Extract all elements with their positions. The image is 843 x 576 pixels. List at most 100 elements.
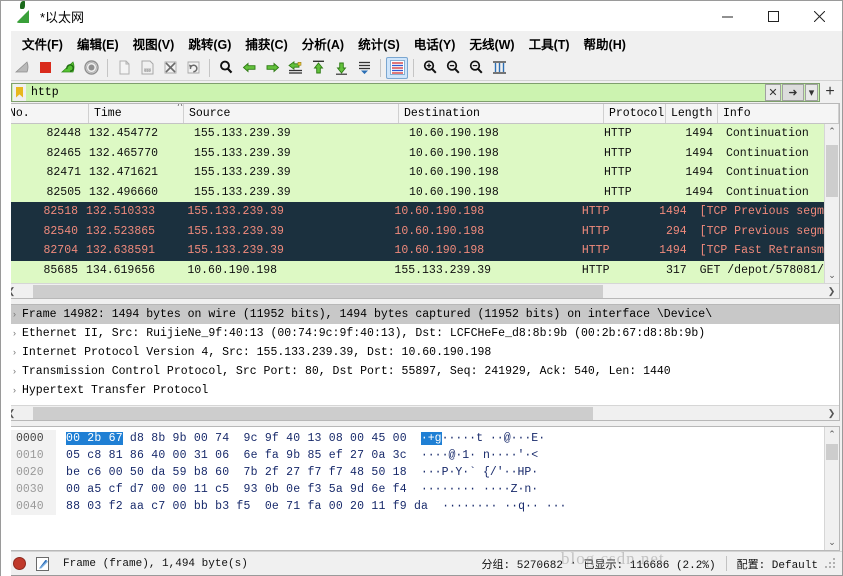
scroll-left-icon[interactable]: ❮ (4, 406, 19, 421)
packet-list-horizontal-scrollbar[interactable]: ❮ ❯ (4, 283, 839, 298)
scroll-left-icon[interactable]: ❮ (4, 284, 19, 299)
open-file-icon[interactable] (113, 57, 135, 79)
cell-no: 85685 (43, 263, 79, 277)
column-header-no[interactable]: No. (4, 104, 89, 123)
cell-protocol: HTTP (604, 166, 632, 180)
column-header-time[interactable]: Time ^ (89, 104, 184, 123)
vertical-scroll-track[interactable] (825, 442, 839, 535)
record-icon[interactable] (13, 557, 26, 570)
resize-grip-icon[interactable] (824, 557, 836, 570)
table-row[interactable]: 82471 132.471621 155.133.239.39 10.60.19… (4, 163, 839, 183)
menu-wireless[interactable]: 无线(W) (462, 32, 521, 55)
menu-tools[interactable]: 工具(T) (522, 32, 577, 55)
clear-filter-button[interactable]: ✕ (765, 83, 781, 101)
column-header-source[interactable]: Source (184, 104, 399, 123)
scroll-up-icon[interactable]: ⌃ (825, 427, 839, 442)
column-header-length[interactable]: Length (666, 104, 718, 123)
start-capture-icon[interactable] (11, 57, 33, 79)
hex-row[interactable]: 0000 00 2b 67 d8 8b 9b 00 74 9c 9f 40 13… (4, 430, 839, 447)
menu-help[interactable]: 帮助(H) (577, 32, 633, 55)
detail-row-http[interactable]: › Hypertext Transfer Protocol (4, 381, 839, 400)
menu-file[interactable]: 文件(F) (15, 32, 70, 55)
table-row[interactable]: 82505 132.496660 155.133.239.39 10.60.19… (4, 182, 839, 202)
filter-value[interactable]: http (26, 86, 765, 99)
detail-row-ethernet[interactable]: › Ethernet II, Src: RuijieNe_9f:40:13 (0… (4, 324, 839, 343)
capture-options-icon[interactable] (80, 57, 102, 79)
hex-row[interactable]: 0030 00 a5 cf d7 00 00 11 c5 93 0b 0e f3… (4, 481, 839, 498)
table-row[interactable]: 82465 132.465770 155.133.239.39 10.60.19… (4, 143, 839, 163)
horizontal-scroll-thumb[interactable] (33, 406, 593, 420)
go-forward-icon[interactable] (261, 57, 283, 79)
menu-telephony[interactable]: 电话(Y) (407, 32, 463, 55)
vertical-scroll-track[interactable] (825, 139, 839, 268)
table-row[interactable]: 82448 132.454772 155.133.239.39 10.60.19… (4, 124, 839, 144)
horizontal-scroll-thumb[interactable] (33, 284, 603, 298)
column-header-destination[interactable]: Destination (399, 104, 604, 123)
packet-list-vertical-scrollbar[interactable]: ⌃ ⌄ (824, 124, 839, 283)
close-file-icon[interactable] (159, 57, 181, 79)
display-filter-input[interactable]: http ✕ ➜ ▾ (11, 82, 820, 102)
scroll-right-icon[interactable]: ❯ (824, 406, 839, 421)
save-file-icon[interactable]: 010 (136, 57, 158, 79)
auto-scroll-icon[interactable] (353, 57, 375, 79)
find-packet-icon[interactable] (215, 57, 237, 79)
packet-details-horizontal-scrollbar[interactable]: ❮ ❯ (4, 405, 839, 420)
restart-capture-icon[interactable] (57, 57, 79, 79)
menu-capture[interactable]: 捕获(C) (238, 32, 294, 55)
table-row[interactable]: 82540 132.523865 155.133.239.39 10.60.19… (4, 221, 839, 241)
detail-row-frame[interactable]: › Frame 14982: 1494 bytes on wire (11952… (4, 305, 839, 324)
menu-statistics[interactable]: 统计(S) (351, 32, 407, 55)
zoom-reset-icon[interactable] (465, 57, 487, 79)
maximize-button[interactable] (750, 1, 796, 31)
menu-view[interactable]: 视图(V) (126, 32, 182, 55)
hex-row[interactable]: 0040 88 03 f2 aa c7 00 bb b3 f5 0e 71 fa… (4, 498, 839, 515)
table-row[interactable]: 82704 132.638591 155.133.239.39 10.60.19… (4, 241, 839, 261)
resize-columns-icon[interactable] (488, 57, 510, 79)
go-last-packet-icon[interactable] (330, 57, 352, 79)
column-header-protocol[interactable]: Protocol (604, 104, 666, 123)
hex-row[interactable]: 0010 05 c8 81 86 40 00 31 06 6e fa 9b 85… (4, 447, 839, 464)
apply-filter-button[interactable]: ➜ (782, 83, 804, 101)
go-to-packet-icon[interactable] (284, 57, 306, 79)
status-profile[interactable]: 配置: Default (737, 556, 818, 572)
window-title: *以太网 (40, 9, 85, 25)
detail-row-tcp[interactable]: › Transmission Control Protocol, Src Por… (4, 362, 839, 381)
scroll-down-icon[interactable]: ⌄ (825, 535, 839, 550)
expert-info-icon[interactable] (36, 556, 49, 571)
chevron-right-icon[interactable]: › (7, 348, 22, 358)
menu-go[interactable]: 跳转(G) (181, 32, 238, 55)
reload-file-icon[interactable] (182, 57, 204, 79)
column-header-info[interactable]: Info (718, 104, 839, 123)
vertical-scroll-thumb[interactable] (826, 145, 838, 197)
cell-length: 294 (665, 224, 687, 238)
zoom-in-icon[interactable] (419, 57, 441, 79)
bookmark-icon[interactable] (13, 83, 26, 101)
chevron-right-icon[interactable]: › (7, 310, 22, 320)
chevron-right-icon[interactable]: › (7, 367, 22, 377)
menu-analyze[interactable]: 分析(A) (295, 32, 351, 55)
table-row[interactable]: 82518 132.510333 155.133.239.39 10.60.19… (4, 202, 839, 222)
scroll-up-icon[interactable]: ⌃ (825, 124, 839, 139)
table-row[interactable]: 85685 134.619656 10.60.190.198 155.133.2… (4, 260, 839, 280)
packet-bytes-vertical-scrollbar[interactable]: ⌃ ⌄ (824, 427, 839, 550)
go-back-icon[interactable] (238, 57, 260, 79)
horizontal-scroll-track[interactable] (19, 283, 824, 298)
menu-edit[interactable]: 编辑(E) (70, 32, 126, 55)
chevron-right-icon[interactable]: › (7, 329, 22, 339)
stop-capture-icon[interactable] (34, 57, 56, 79)
colorize-packets-icon[interactable] (386, 56, 408, 79)
zoom-out-icon[interactable] (442, 57, 464, 79)
scroll-down-icon[interactable]: ⌄ (825, 268, 839, 283)
close-button[interactable] (796, 1, 842, 31)
horizontal-scroll-track[interactable] (19, 405, 824, 420)
minimize-button[interactable] (704, 1, 750, 31)
add-filter-button[interactable]: + (822, 83, 838, 102)
detail-row-ipv4[interactable]: › Internet Protocol Version 4, Src: 155.… (4, 343, 839, 362)
hex-offset: 0030 (4, 481, 56, 498)
hex-row[interactable]: 0020 be c6 00 50 da 59 b8 60 7b 2f 27 f7… (4, 464, 839, 481)
filter-history-dropdown[interactable]: ▾ (805, 83, 818, 101)
chevron-right-icon[interactable]: › (7, 386, 22, 396)
go-first-packet-icon[interactable] (307, 57, 329, 79)
scroll-right-icon[interactable]: ❯ (824, 284, 839, 299)
vertical-scroll-thumb[interactable] (826, 444, 838, 460)
